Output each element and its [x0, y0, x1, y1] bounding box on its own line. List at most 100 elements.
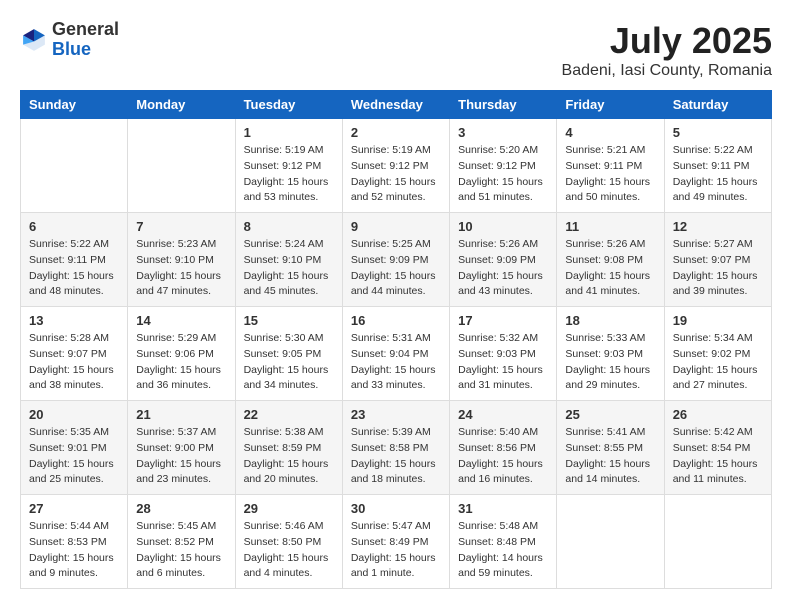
calendar-cell: 12 Sunrise: 5:27 AMSunset: 9:07 PMDayligh… — [664, 213, 771, 307]
calendar-cell: 29 Sunrise: 5:46 AMSunset: 8:50 PMDayligh… — [235, 495, 342, 589]
calendar-cell: 3 Sunrise: 5:20 AMSunset: 9:12 PMDaylight… — [450, 119, 557, 213]
logo-text: General Blue — [52, 20, 119, 60]
calendar-cell: 19Sunrise: 5:34 AMSunset: 9:02 PMDayligh… — [664, 307, 771, 401]
day-number: 12 — [673, 219, 763, 234]
day-info: Sunrise: 5:35 AMSunset: 9:01 PMDaylight:… — [29, 425, 119, 488]
calendar-cell: 17 Sunrise: 5:32 AMSunset: 9:03 PMDayligh… — [450, 307, 557, 401]
title-area: July 2025 Badeni, Iasi County, Romania — [562, 20, 772, 80]
day-number: 6 — [29, 219, 119, 234]
logo-general-text: General — [52, 19, 119, 39]
day-number: 3 — [458, 125, 548, 140]
calendar-cell: 30Sunrise: 5:47 AMSunset: 8:49 PMDayligh… — [342, 495, 449, 589]
day-info: Sunrise: 5:22 AMSunset: 9:11 PMDaylight:… — [29, 237, 119, 300]
day-number: 9 — [351, 219, 441, 234]
calendar-cell — [557, 495, 664, 589]
calendar-cell: 8 Sunrise: 5:24 AMSunset: 9:10 PMDaylight… — [235, 213, 342, 307]
day-info: Sunrise: 5:23 AMSunset: 9:10 PMDaylight:… — [136, 237, 226, 300]
day-number: 4 — [565, 125, 655, 140]
day-info: Sunrise: 5:28 AMSunset: 9:07 PMDaylight:… — [29, 331, 119, 394]
day-number: 27 — [29, 501, 119, 516]
month-year: July 2025 — [562, 20, 772, 62]
day-number: 15 — [244, 313, 334, 328]
logo-icon — [20, 26, 48, 54]
calendar-cell: 6 Sunrise: 5:22 AMSunset: 9:11 PMDaylight… — [21, 213, 128, 307]
day-number: 18 — [565, 313, 655, 328]
calendar-cell: 4 Sunrise: 5:21 AMSunset: 9:11 PMDaylight… — [557, 119, 664, 213]
calendar-cell — [21, 119, 128, 213]
day-info: Sunrise: 5:46 AMSunset: 8:50 PMDaylight:… — [244, 519, 334, 582]
calendar-cell: 1 Sunrise: 5:19 AMSunset: 9:12 PMDaylight… — [235, 119, 342, 213]
day-info: Sunrise: 5:27 AMSunset: 9:07 PMDaylight:… — [673, 237, 763, 300]
calendar-cell: 13 Sunrise: 5:28 AMSunset: 9:07 PMDayligh… — [21, 307, 128, 401]
calendar-week-row: 27 Sunrise: 5:44 AMSunset: 8:53 PMDayligh… — [21, 495, 772, 589]
day-info: Sunrise: 5:26 AMSunset: 9:08 PMDaylight:… — [565, 237, 655, 300]
day-number: 14 — [136, 313, 226, 328]
day-info: Sunrise: 5:25 AMSunset: 9:09 PMDaylight:… — [351, 237, 441, 300]
day-info: Sunrise: 5:21 AMSunset: 9:11 PMDaylight:… — [565, 143, 655, 206]
day-number: 7 — [136, 219, 226, 234]
calendar-week-row: 13 Sunrise: 5:28 AMSunset: 9:07 PMDayligh… — [21, 307, 772, 401]
day-number: 21 — [136, 407, 226, 422]
day-info: Sunrise: 5:19 AMSunset: 9:12 PMDaylight:… — [351, 143, 441, 206]
day-number: 20 — [29, 407, 119, 422]
calendar-cell: 15 Sunrise: 5:30 AMSunset: 9:05 PMDayligh… — [235, 307, 342, 401]
location: Badeni, Iasi County, Romania — [562, 62, 772, 80]
day-info: Sunrise: 5:34 AMSunset: 9:02 PMDaylight:… — [673, 331, 763, 394]
weekday-row: SundayMondayTuesdayWednesdayThursdayFrid… — [21, 91, 772, 119]
calendar-cell — [128, 119, 235, 213]
day-info: Sunrise: 5:48 AMSunset: 8:48 PMDaylight:… — [458, 519, 548, 582]
day-info: Sunrise: 5:22 AMSunset: 9:11 PMDaylight:… — [673, 143, 763, 206]
day-info: Sunrise: 5:19 AMSunset: 9:12 PMDaylight:… — [244, 143, 334, 206]
day-number: 28 — [136, 501, 226, 516]
calendar-cell: 9 Sunrise: 5:25 AMSunset: 9:09 PMDaylight… — [342, 213, 449, 307]
header: General Blue July 2025 Badeni, Iasi Coun… — [20, 20, 772, 80]
day-info: Sunrise: 5:33 AMSunset: 9:03 PMDaylight:… — [565, 331, 655, 394]
day-info: Sunrise: 5:31 AMSunset: 9:04 PMDaylight:… — [351, 331, 441, 394]
calendar-cell: 7 Sunrise: 5:23 AMSunset: 9:10 PMDaylight… — [128, 213, 235, 307]
calendar-cell: 27 Sunrise: 5:44 AMSunset: 8:53 PMDayligh… — [21, 495, 128, 589]
calendar-cell: 14Sunrise: 5:29 AMSunset: 9:06 PMDayligh… — [128, 307, 235, 401]
day-info: Sunrise: 5:26 AMSunset: 9:09 PMDaylight:… — [458, 237, 548, 300]
weekday-header: Tuesday — [235, 91, 342, 119]
day-number: 11 — [565, 219, 655, 234]
day-number: 29 — [244, 501, 334, 516]
day-info: Sunrise: 5:44 AMSunset: 8:53 PMDaylight:… — [29, 519, 119, 582]
calendar-header: SundayMondayTuesdayWednesdayThursdayFrid… — [21, 91, 772, 119]
calendar-cell: 5 Sunrise: 5:22 AMSunset: 9:11 PMDaylight… — [664, 119, 771, 213]
day-number: 2 — [351, 125, 441, 140]
calendar: SundayMondayTuesdayWednesdayThursdayFrid… — [20, 90, 772, 589]
day-info: Sunrise: 5:39 AMSunset: 8:58 PMDaylight:… — [351, 425, 441, 488]
day-info: Sunrise: 5:37 AMSunset: 9:00 PMDaylight:… — [136, 425, 226, 488]
day-number: 13 — [29, 313, 119, 328]
day-number: 16 — [351, 313, 441, 328]
calendar-cell: 24 Sunrise: 5:40 AMSunset: 8:56 PMDayligh… — [450, 401, 557, 495]
calendar-cell: 28 Sunrise: 5:45 AMSunset: 8:52 PMDayligh… — [128, 495, 235, 589]
day-number: 26 — [673, 407, 763, 422]
day-info: Sunrise: 5:38 AMSunset: 8:59 PMDaylight:… — [244, 425, 334, 488]
calendar-cell: 16 Sunrise: 5:31 AMSunset: 9:04 PMDayligh… — [342, 307, 449, 401]
logo-blue-text: Blue — [52, 39, 91, 59]
day-number: 8 — [244, 219, 334, 234]
day-info: Sunrise: 5:32 AMSunset: 9:03 PMDaylight:… — [458, 331, 548, 394]
day-number: 17 — [458, 313, 548, 328]
calendar-cell: 31 Sunrise: 5:48 AMSunset: 8:48 PMDayligh… — [450, 495, 557, 589]
day-number: 24 — [458, 407, 548, 422]
calendar-cell: 11 Sunrise: 5:26 AMSunset: 9:08 PMDayligh… — [557, 213, 664, 307]
calendar-cell — [664, 495, 771, 589]
day-number: 30 — [351, 501, 441, 516]
weekday-header: Sunday — [21, 91, 128, 119]
day-info: Sunrise: 5:24 AMSunset: 9:10 PMDaylight:… — [244, 237, 334, 300]
calendar-cell: 18 Sunrise: 5:33 AMSunset: 9:03 PMDayligh… — [557, 307, 664, 401]
day-info: Sunrise: 5:42 AMSunset: 8:54 PMDaylight:… — [673, 425, 763, 488]
weekday-header: Saturday — [664, 91, 771, 119]
logo: General Blue — [20, 20, 119, 60]
day-info: Sunrise: 5:45 AMSunset: 8:52 PMDaylight:… — [136, 519, 226, 582]
day-number: 5 — [673, 125, 763, 140]
day-number: 31 — [458, 501, 548, 516]
day-info: Sunrise: 5:20 AMSunset: 9:12 PMDaylight:… — [458, 143, 548, 206]
day-info: Sunrise: 5:40 AMSunset: 8:56 PMDaylight:… — [458, 425, 548, 488]
day-info: Sunrise: 5:30 AMSunset: 9:05 PMDaylight:… — [244, 331, 334, 394]
day-number: 23 — [351, 407, 441, 422]
day-number: 1 — [244, 125, 334, 140]
calendar-cell: 21 Sunrise: 5:37 AMSunset: 9:00 PMDayligh… — [128, 401, 235, 495]
